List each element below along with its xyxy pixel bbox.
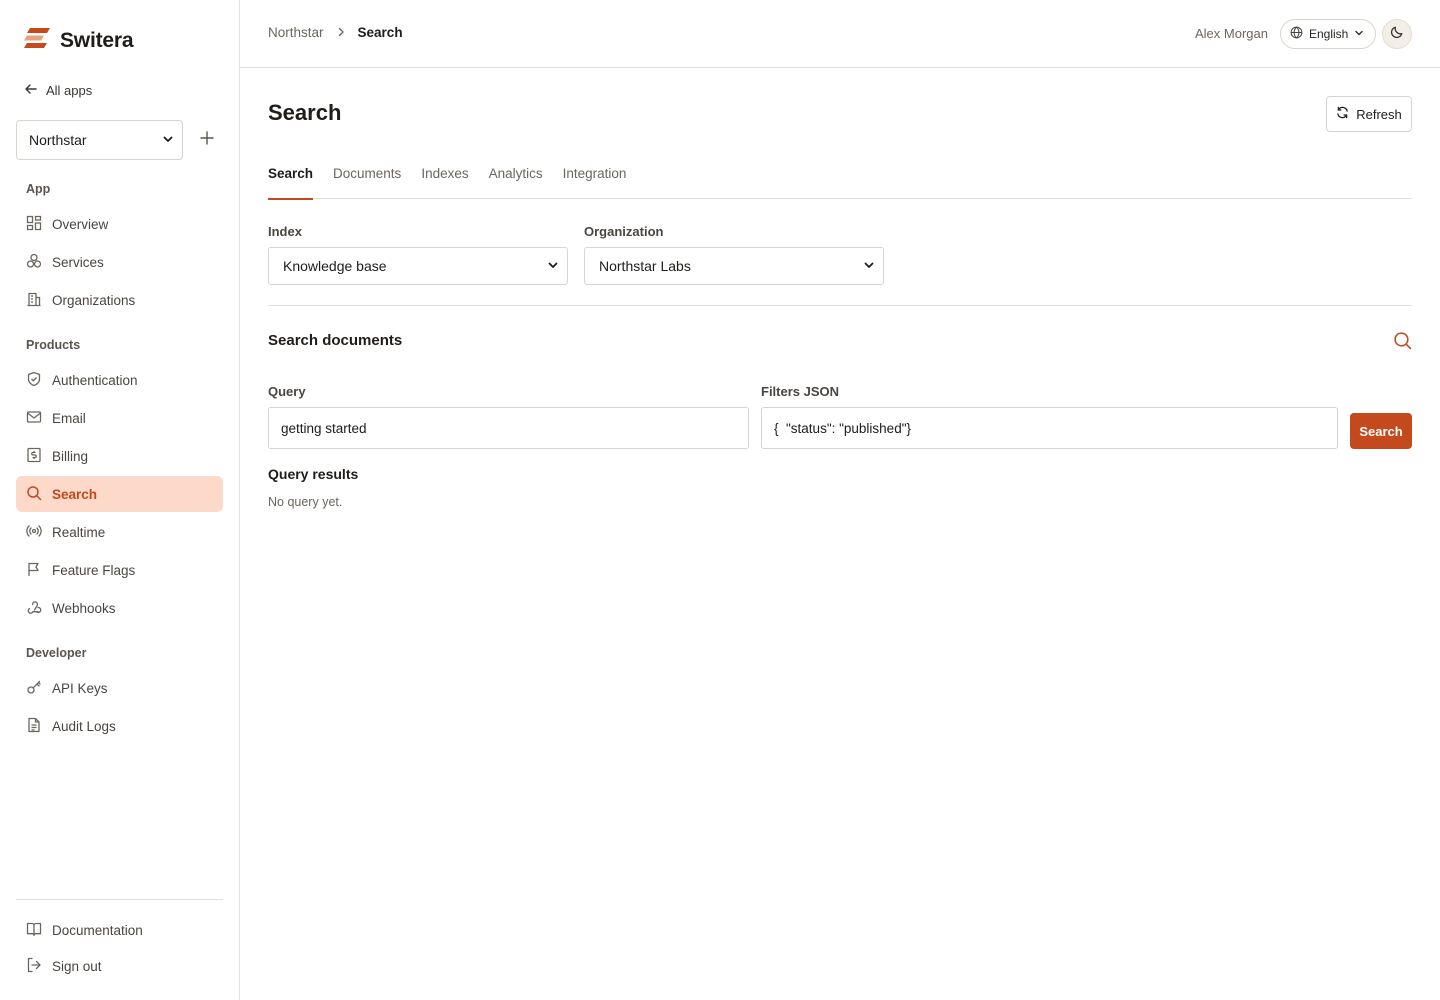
breadcrumb: Northstar Search: [268, 25, 403, 40]
sidebar-item-label: Overview: [52, 216, 109, 232]
sidebar-item-label: Organizations: [52, 292, 136, 308]
sidebar-item-search[interactable]: Search: [16, 476, 223, 512]
section-title-products: Products: [26, 338, 81, 352]
sidebar-item-label: Search: [52, 486, 98, 502]
search-icon: [26, 485, 42, 504]
globe-icon: [1290, 26, 1303, 42]
tab-search[interactable]: Search: [268, 158, 314, 200]
refresh-label: Refresh: [1356, 106, 1402, 122]
language-label: English: [1309, 27, 1349, 41]
search-card-icon-button[interactable]: [1393, 331, 1412, 355]
sidebar-item-authentication[interactable]: Authentication: [16, 362, 223, 398]
index-select-value: Knowledge base: [283, 258, 387, 274]
file-icon: [26, 717, 42, 736]
grid-icon: [26, 215, 42, 234]
sign-out-icon: [26, 957, 42, 976]
book-icon: [26, 921, 42, 940]
sidebar-item-organizations[interactable]: Organizations: [16, 282, 223, 318]
sidebar-item-label: Email: [52, 410, 86, 426]
results-empty-text: No query yet.: [268, 495, 343, 509]
tab-indexes[interactable]: Indexes: [421, 158, 468, 199]
sidebar: Switera All apps Northstar App Overview: [0, 0, 240, 1000]
sidebar-item-api-keys[interactable]: API Keys: [16, 670, 223, 706]
sidebar-item-billing[interactable]: Billing: [16, 438, 223, 474]
index-select[interactable]: Knowledge base: [268, 247, 568, 285]
tab-bar: Search Documents Indexes Analytics Integ…: [268, 158, 1412, 200]
chevron-down-icon: [547, 258, 559, 274]
sidebar-item-label: Documentation: [52, 922, 143, 938]
building-icon: [26, 291, 42, 310]
services-icon: [26, 253, 42, 272]
sidebar-item-overview[interactable]: Overview: [16, 206, 223, 242]
query-label: Query: [268, 384, 306, 399]
sidebar-item-label: Webhooks: [52, 600, 116, 616]
tab-documents[interactable]: Documents: [333, 158, 401, 199]
theme-toggle-button[interactable]: [1382, 19, 1412, 49]
key-icon: [26, 679, 42, 698]
tab-analytics[interactable]: Analytics: [489, 158, 543, 199]
breadcrumb-current: Search: [357, 25, 403, 40]
section-title-developer: Developer: [26, 646, 87, 660]
webhook-icon: [26, 599, 42, 618]
search-icon: [1393, 332, 1412, 354]
sidebar-item-label: Feature Flags: [52, 562, 136, 578]
top-bar: Northstar Search Alex Morgan English: [240, 0, 1440, 68]
section-title-app: App: [26, 182, 51, 196]
broadcast-icon: [26, 523, 42, 542]
sidebar-item-sign-out[interactable]: Sign out: [16, 948, 223, 984]
chevron-down-icon: [863, 258, 875, 274]
results-title: Query results: [268, 466, 359, 482]
sidebar-item-label: Billing: [52, 448, 89, 464]
sidebar-item-label: Audit Logs: [52, 718, 116, 734]
sidebar-item-label: API Keys: [52, 680, 108, 696]
sidebar-item-label: Authentication: [52, 372, 138, 388]
arrow-left-icon: [24, 82, 38, 99]
user-name[interactable]: Alex Morgan: [1195, 26, 1268, 41]
organization-select[interactable]: Northstar Labs: [584, 247, 884, 285]
sidebar-item-services[interactable]: Services: [16, 244, 223, 280]
brand[interactable]: Switera: [24, 28, 134, 53]
filters-label: Filters JSON: [761, 384, 840, 399]
chevron-right-icon: [336, 25, 346, 40]
search-button[interactable]: Search: [1350, 413, 1412, 449]
billing-icon: [26, 447, 42, 466]
breadcrumb-parent[interactable]: Northstar: [268, 25, 324, 40]
mail-icon: [26, 409, 42, 428]
shield-icon: [26, 371, 42, 390]
plus-icon: [200, 130, 214, 150]
app-select[interactable]: Northstar: [16, 120, 183, 160]
all-apps-link[interactable]: All apps: [24, 82, 92, 99]
sidebar-divider: [16, 899, 223, 900]
moon-icon: [1390, 25, 1404, 44]
flag-icon: [26, 561, 42, 580]
filters-json-input[interactable]: { "status": "published"}: [761, 407, 1338, 449]
index-label: Index: [268, 224, 302, 239]
section-divider: [268, 305, 1412, 306]
chevron-down-icon: [1354, 27, 1364, 41]
sidebar-item-email[interactable]: Email: [16, 400, 223, 436]
add-app-button[interactable]: [197, 130, 217, 150]
language-select[interactable]: English: [1280, 19, 1376, 49]
brand-name: Switera: [60, 28, 134, 52]
sidebar-item-label: Services: [52, 254, 104, 270]
sidebar-item-webhooks[interactable]: Webhooks: [16, 590, 223, 626]
refresh-button[interactable]: Refresh: [1326, 96, 1412, 132]
sidebar-item-label: Sign out: [52, 958, 102, 974]
query-input[interactable]: getting started: [268, 407, 749, 449]
sidebar-item-realtime[interactable]: Realtime: [16, 514, 223, 550]
sidebar-item-audit-logs[interactable]: Audit Logs: [16, 708, 223, 744]
page-title: Search: [268, 100, 342, 125]
organization-label: Organization: [584, 224, 664, 239]
app-select-value: Northstar: [29, 132, 87, 148]
chevron-down-icon: [162, 132, 174, 148]
logo-icon: [24, 28, 50, 53]
all-apps-label: All apps: [46, 83, 93, 98]
tab-integration[interactable]: Integration: [563, 158, 627, 199]
search-card-title: Search documents: [268, 332, 403, 349]
sidebar-item-feature-flags[interactable]: Feature Flags: [16, 552, 223, 588]
sidebar-item-documentation[interactable]: Documentation: [16, 912, 223, 948]
organization-select-value: Northstar Labs: [599, 258, 691, 274]
sidebar-item-label: Realtime: [52, 524, 106, 540]
refresh-icon: [1336, 106, 1349, 122]
